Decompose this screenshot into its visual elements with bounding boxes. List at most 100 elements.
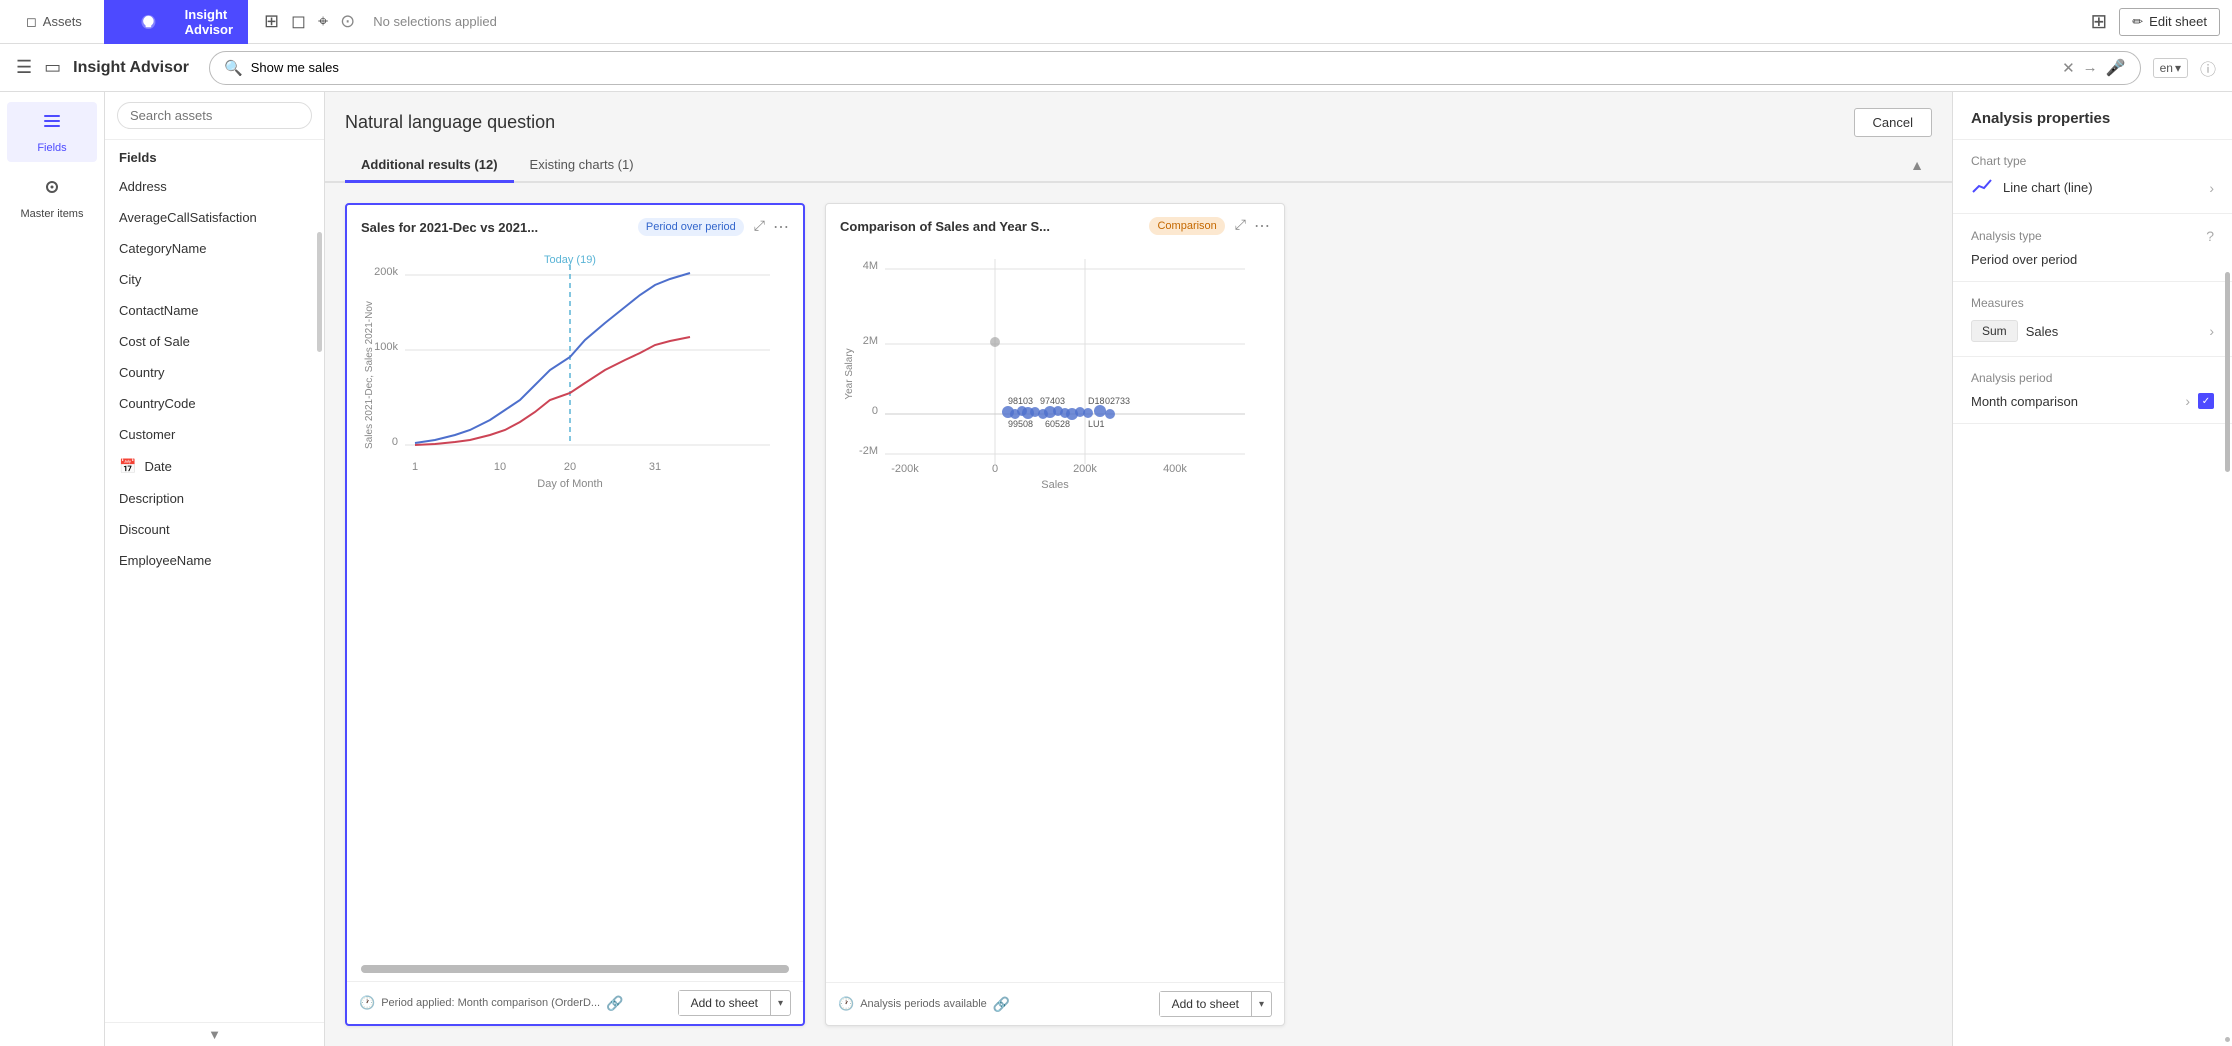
field-date-label: Date: [144, 459, 171, 474]
mic-icon[interactable]: 🎤: [2106, 58, 2126, 78]
fields-search-input[interactable]: [117, 102, 312, 129]
content-title: Natural language question: [345, 112, 555, 133]
clear-icon[interactable]: ⊙: [340, 11, 355, 32]
insight-tab[interactable]: Insight Advisor: [104, 0, 248, 44]
svg-text:Today (19): Today (19): [544, 254, 596, 266]
footer-link-icon-2[interactable]: 🔗: [993, 996, 1010, 1013]
collapse-panel-btn[interactable]: ▲: [1902, 149, 1932, 181]
chart-scrollbar-1[interactable]: [361, 965, 789, 973]
field-item-desc[interactable]: Description: [105, 483, 324, 514]
field-item-contact[interactable]: ContactName: [105, 295, 324, 326]
assets-icon: ◻: [26, 14, 37, 30]
fields-scrollbar[interactable]: [317, 232, 322, 352]
chart-badge-2: Comparison: [1149, 217, 1224, 235]
search-bar: 🔍 ✕ → 🎤: [209, 51, 2141, 85]
right-panel-scroll-down[interactable]: [2225, 1037, 2230, 1042]
svg-text:10: 10: [494, 461, 506, 473]
field-item-category[interactable]: CategoryName: [105, 233, 324, 264]
svg-text:98103: 98103: [1008, 396, 1033, 406]
field-item-discount[interactable]: Discount: [105, 514, 324, 545]
add-to-sheet-button-1[interactable]: Add to sheet ▾: [678, 990, 791, 1016]
footer-text-2: Analysis periods available: [860, 998, 987, 1010]
field-item-customer[interactable]: Customer: [105, 419, 324, 450]
svg-text:0: 0: [992, 463, 998, 475]
scroll-down-arrow[interactable]: ▼: [105, 1022, 324, 1046]
line-chart-icon: [1971, 176, 1993, 199]
right-panel-scrollbar[interactable]: [2225, 272, 2230, 472]
cancel-button[interactable]: Cancel: [1854, 108, 1932, 137]
svg-text:0: 0: [392, 436, 398, 448]
period-checkbox[interactable]: ✓: [2198, 393, 2214, 409]
info-button[interactable]: ⓘ: [2200, 56, 2216, 80]
expand-icon-1[interactable]: ⤢: [754, 217, 765, 237]
expand-icon-2[interactable]: ⤢: [1235, 216, 1246, 236]
add-to-sheet-button-2[interactable]: Add to sheet ▾: [1159, 991, 1272, 1017]
fields-label: Fields: [37, 142, 66, 154]
chart-footer-1: 🕐 Period applied: Month comparison (Orde…: [347, 981, 803, 1024]
chart-footer-2: 🕐 Analysis periods available 🔗 Add to sh…: [826, 982, 1284, 1025]
help-icon[interactable]: ?: [2206, 228, 2214, 244]
select-icon[interactable]: ⊞: [264, 11, 279, 32]
svg-text:Sales 2021-Dec, Sales 2021-Nov: Sales 2021-Dec, Sales 2021-Nov: [364, 301, 375, 449]
field-item-date[interactable]: 📅 Date: [105, 450, 324, 483]
rp-analysis-type-value: Period over period: [1971, 252, 2077, 267]
chart-svg-2: 4M 2M 0 -2M -200k 0 200k 400k Sales Year…: [826, 244, 1284, 982]
field-item-avgcall[interactable]: AverageCallSatisfaction: [105, 202, 324, 233]
add-to-sheet-dropdown-2[interactable]: ▾: [1252, 994, 1271, 1015]
period-chevron-icon[interactable]: ›: [2185, 393, 2190, 409]
field-item-employee[interactable]: EmployeeName: [105, 545, 324, 576]
grid-icon[interactable]: ⊞: [2091, 9, 2108, 34]
chart-footer-left-2: 🕐 Analysis periods available 🔗: [838, 996, 1151, 1013]
rp-analysis-period-section: Analysis period Month comparison › ✓: [1953, 357, 2232, 424]
svg-text:4M: 4M: [863, 260, 878, 272]
chart-card-header-1: Sales for 2021-Dec vs 2021... Period ove…: [347, 205, 803, 245]
top-bar: ◻ Assets Insight Advisor ⊞ ◻ ⌖ ⊙ No sele…: [0, 0, 2232, 44]
more-icon-1[interactable]: ⋯: [773, 217, 789, 237]
rp-measure-row: Sum Sales ›: [1971, 320, 2214, 342]
svg-text:Sales: Sales: [1041, 479, 1069, 491]
field-employee-label: EmployeeName: [119, 553, 212, 568]
right-panel-title: Analysis properties: [1953, 92, 2232, 140]
left-sidebar: Fields Master items: [0, 92, 105, 1046]
measure-tag[interactable]: Sum: [1971, 320, 2018, 342]
assets-tab[interactable]: ◻ Assets: [12, 0, 96, 44]
line-chart-svg: 200k 100k 0 1 10 20 31 Day of Month Sale…: [357, 245, 793, 495]
no-selections-label: No selections applied: [373, 14, 497, 29]
left-panel-toggle[interactable]: ☰: [16, 57, 32, 78]
sidebar-item-fields[interactable]: Fields: [7, 102, 97, 162]
lang-chevron-icon: ▾: [2175, 61, 2181, 75]
tab-existing[interactable]: Existing charts (1): [514, 149, 650, 183]
svg-text:31: 31: [649, 461, 661, 473]
chart-badge-1: Period over period: [638, 218, 744, 236]
right-panel-toggle[interactable]: ▭: [44, 57, 61, 78]
footer-link-icon-1[interactable]: 🔗: [606, 995, 623, 1012]
svg-text:LU1: LU1: [1088, 419, 1105, 429]
measure-chevron-icon[interactable]: ›: [2209, 323, 2214, 339]
field-contact-label: ContactName: [119, 303, 198, 318]
language-button[interactable]: en ▾: [2153, 58, 2188, 78]
more-icon-2[interactable]: ⋯: [1254, 216, 1270, 236]
svg-text:Day of Month: Day of Month: [537, 478, 602, 490]
clear-search-icon[interactable]: ✕: [2062, 59, 2075, 77]
edit-sheet-button[interactable]: ✏ Edit sheet: [2119, 8, 2220, 36]
sidebar-item-master[interactable]: Master items: [7, 168, 97, 228]
scatter-chart-svg: 4M 2M 0 -2M -200k 0 200k 400k Sales Year…: [836, 244, 1274, 494]
forward-icon[interactable]: →: [2083, 59, 2098, 76]
field-country-label: Country: [119, 365, 165, 380]
field-item-address[interactable]: Address: [105, 171, 324, 202]
tab-additional[interactable]: Additional results (12): [345, 149, 514, 183]
rp-chart-type-row[interactable]: Line chart (line) ›: [1971, 176, 2214, 199]
search-input[interactable]: [251, 60, 2054, 75]
field-countrycode-label: CountryCode: [119, 396, 196, 411]
field-item-costsale[interactable]: Cost of Sale: [105, 326, 324, 357]
field-item-city[interactable]: City: [105, 264, 324, 295]
chart-icons-2: ⤢ ⋯: [1235, 216, 1270, 236]
chart-icons-1: ⤢ ⋯: [754, 217, 789, 237]
field-item-countrycode[interactable]: CountryCode: [105, 388, 324, 419]
field-item-country[interactable]: Country: [105, 357, 324, 388]
lasso-icon[interactable]: ◻: [291, 11, 306, 32]
range-icon[interactable]: ⌖: [318, 11, 328, 32]
measure-name: Sales: [2026, 324, 2202, 339]
fields-panel: Fields Address AverageCallSatisfaction C…: [105, 92, 325, 1046]
add-to-sheet-dropdown-1[interactable]: ▾: [771, 993, 790, 1014]
